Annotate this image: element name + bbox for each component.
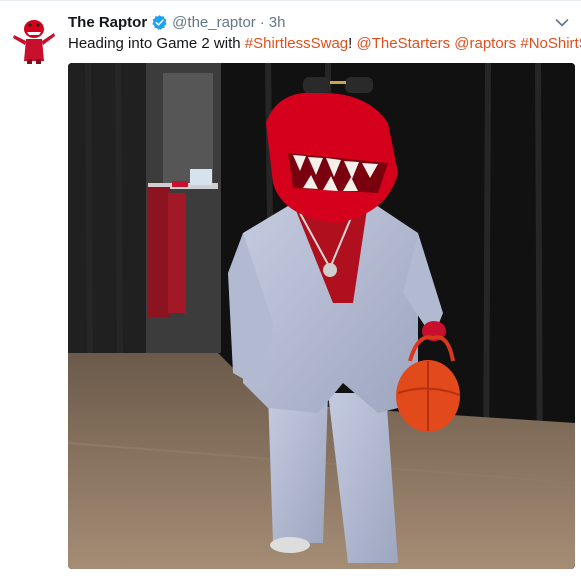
tweet-menu-button[interactable] xyxy=(555,15,569,27)
raptor-mascot-avatar-icon xyxy=(10,13,58,65)
author-avatar[interactable] xyxy=(10,13,58,65)
header-separator: · xyxy=(259,13,265,31)
raptor-mascot-photo xyxy=(68,63,575,569)
hashtag-noshirtszn[interactable]: #NoShirtSzn xyxy=(520,35,581,52)
chevron-down-icon xyxy=(555,19,569,27)
tweet-header: The Raptor @the_raptor · 3h xyxy=(68,12,285,32)
hashtag-shirtlessswag[interactable]: #ShirtlessSwag xyxy=(245,35,348,52)
author-name[interactable]: The Raptor xyxy=(68,14,147,31)
tweet-text: Heading into Game 2 with #ShirtlessSwag!… xyxy=(68,35,581,53)
tweet-timestamp[interactable]: 3h xyxy=(269,14,286,31)
tweet-card[interactable]: The Raptor @the_raptor · 3h Heading into… xyxy=(0,0,581,579)
mention-thestarters[interactable]: @TheStarters xyxy=(357,35,451,52)
tweet-photo[interactable] xyxy=(68,63,575,569)
author-handle[interactable]: @the_raptor xyxy=(172,14,256,31)
tweet-text-prefix: Heading into Game 2 with xyxy=(68,35,245,52)
mention-raptors[interactable]: @raptors xyxy=(454,35,516,52)
verified-badge-icon xyxy=(151,14,168,31)
